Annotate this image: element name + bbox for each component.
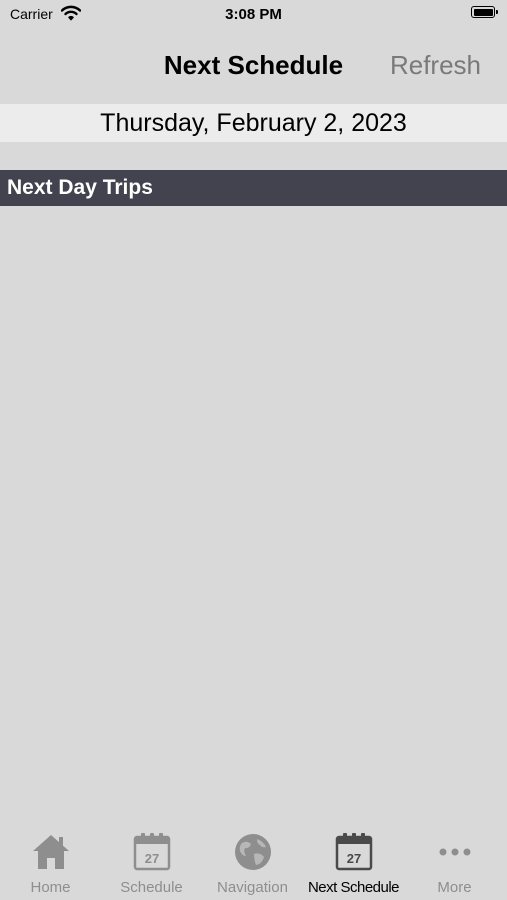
section-header-next-day-trips: Next Day Trips (0, 170, 507, 206)
status-bar: Carrier 3:08 PM (0, 0, 507, 28)
tab-schedule[interactable]: 27 Schedule (101, 820, 202, 900)
status-time: 3:08 PM (225, 6, 282, 23)
tab-home[interactable]: Home (0, 820, 101, 900)
tab-more[interactable]: More (404, 820, 505, 900)
calendar-day: 27 (144, 851, 158, 866)
date-label: Thursday, February 2, 2023 (0, 104, 507, 142)
tab-next-schedule[interactable]: 27 Next Schedule (303, 820, 404, 900)
tab-label: More (437, 879, 472, 896)
tab-navigation[interactable]: Navigation (202, 820, 303, 900)
home-icon (31, 832, 71, 872)
calendar-day: 27 (346, 851, 360, 866)
calendar-icon: 27 (132, 832, 172, 872)
calendar-icon: 27 (334, 832, 374, 872)
globe-icon (233, 832, 273, 872)
trip-list[interactable] (0, 206, 507, 820)
tab-label: Home (30, 879, 71, 896)
tab-label: Navigation (217, 879, 288, 896)
tab-label: Next Schedule (307, 879, 400, 896)
battery-icon (471, 6, 498, 18)
more-icon (435, 832, 475, 872)
refresh-button[interactable]: Refresh (390, 50, 481, 81)
tab-label: Schedule (120, 879, 183, 896)
navigation-bar: Next Schedule Refresh (0, 28, 507, 104)
tab-bar: Home 27 Schedule Navigation 27 Next Sche… (0, 820, 507, 900)
